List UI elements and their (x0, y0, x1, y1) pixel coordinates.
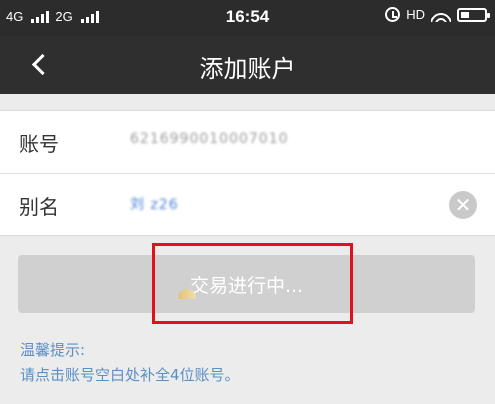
header: 添加账户 (0, 36, 495, 94)
account-number-field[interactable]: 6216990010007010 (130, 131, 289, 147)
clear-alias-button[interactable]: ✕ (449, 191, 477, 219)
hint-title: 温馨提示: (20, 341, 86, 359)
hd-label: HD (406, 7, 425, 22)
account-row[interactable]: 账号 6216990010007010 (0, 111, 495, 173)
alias-label: 别名 (19, 195, 59, 219)
page-title: 添加账户 (199, 55, 296, 83)
status-bar: 4G 2G 16:54 HD (0, 0, 495, 36)
highlight-box (152, 243, 353, 324)
alias-field[interactable]: 刘 z26 (130, 194, 179, 214)
close-icon: ✕ (454, 193, 472, 217)
account-form: 账号 6216990010007010 别名 刘 z26 ✕ (0, 110, 495, 236)
hint-text: 请点击账号空白处补全4位账号。 (20, 366, 240, 384)
alarm-icon (385, 7, 401, 22)
wifi-icon (431, 7, 451, 22)
hint-section: 温馨提示: 请点击账号空白处补全4位账号。 (20, 338, 240, 388)
alias-row[interactable]: 别名 刘 z26 ✕ (0, 173, 495, 235)
account-label: 账号 (19, 132, 59, 156)
battery-icon (457, 7, 490, 22)
status-icons: HD (385, 7, 490, 22)
